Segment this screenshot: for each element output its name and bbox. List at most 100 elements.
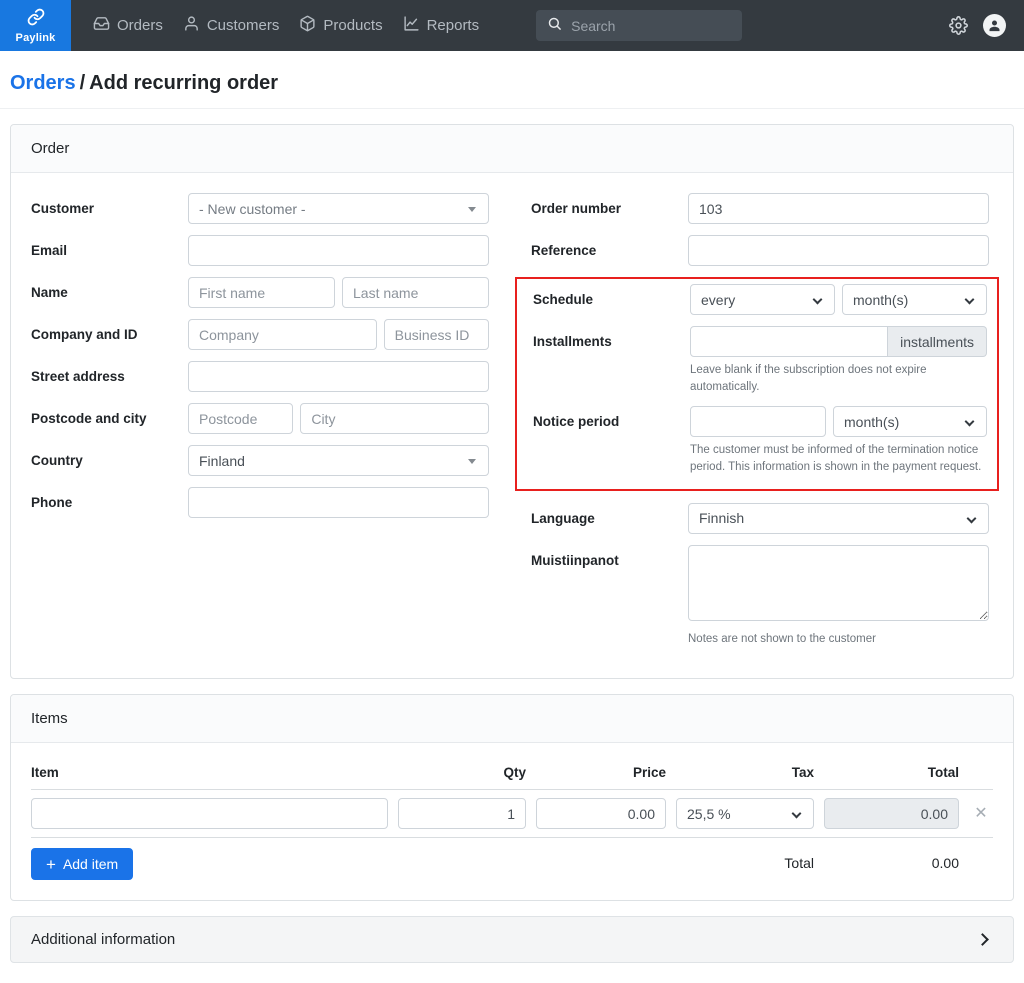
order-form-left-column: Customer - New customer - Email Name	[31, 193, 489, 529]
email-label: Email	[31, 235, 188, 266]
global-search	[536, 10, 742, 41]
country-select-value: Finland	[199, 453, 245, 469]
link-icon	[27, 8, 45, 31]
order-card-title: Order	[11, 125, 1013, 173]
nav-item-label: Reports	[427, 17, 480, 34]
installments-help-text: Leave blank if the subscription does not…	[690, 362, 987, 395]
items-total-value: 0.00	[824, 848, 959, 879]
schedule-interval-select[interactable]: every	[690, 284, 835, 315]
additional-information-toggle[interactable]: Additional information	[10, 916, 1014, 963]
phone-label: Phone	[31, 487, 188, 518]
chevron-down-icon	[813, 295, 823, 305]
add-item-button[interactable]: + Add item	[31, 848, 133, 880]
schedule-unit-select[interactable]: month(s)	[842, 284, 987, 315]
reference-row: Reference	[531, 235, 989, 266]
item-total-field	[824, 798, 959, 829]
person-icon	[183, 15, 200, 36]
last-name-field[interactable]	[342, 277, 489, 308]
search-input[interactable]	[571, 18, 731, 34]
brand-logo[interactable]: Paylink	[0, 0, 71, 51]
items-table-header: Item Qty Price Tax Total	[31, 763, 993, 790]
postcode-label: Postcode and city	[31, 403, 188, 434]
chart-icon	[403, 15, 420, 36]
postcode-row: Postcode and city	[31, 403, 489, 434]
brand-name: Paylink	[16, 32, 56, 44]
schedule-row: Schedule every month(s)	[533, 284, 987, 315]
items-card: Items Item Qty Price Tax Total 25,5 % ✕	[10, 694, 1014, 901]
order-number-label: Order number	[531, 193, 688, 224]
nav-item-customers[interactable]: Customers	[173, 15, 290, 36]
notes-row: Muistiinpanot Notes are not shown to the…	[531, 545, 989, 648]
dropdown-arrow-icon	[468, 459, 476, 464]
notice-period-unit-value: month(s)	[844, 414, 899, 430]
country-select[interactable]: Finland	[188, 445, 489, 476]
company-field[interactable]	[188, 319, 377, 350]
nav-item-reports[interactable]: Reports	[393, 15, 490, 36]
name-row: Name	[31, 277, 489, 308]
reference-field[interactable]	[688, 235, 989, 266]
reference-label: Reference	[531, 235, 688, 266]
main-nav: Orders Customers Products Reports	[83, 15, 489, 36]
breadcrumb-separator: /	[76, 72, 90, 94]
order-form-right-column: Order number Reference Schedule every	[531, 193, 989, 658]
city-field[interactable]	[300, 403, 489, 434]
nav-item-label: Customers	[207, 17, 280, 34]
nav-item-label: Orders	[117, 17, 163, 34]
email-field[interactable]	[188, 235, 489, 266]
installments-label: Installments	[533, 326, 690, 357]
schedule-unit-value: month(s)	[853, 292, 908, 308]
chevron-down-icon	[965, 417, 975, 427]
language-row: Language Finnish	[531, 503, 989, 534]
nav-item-orders[interactable]: Orders	[83, 15, 173, 36]
notice-period-unit-select[interactable]: month(s)	[833, 406, 987, 437]
notes-textarea[interactable]	[688, 545, 989, 621]
phone-field[interactable]	[188, 487, 489, 518]
chevron-down-icon	[792, 809, 802, 819]
schedule-highlight-box: Schedule every month(s)	[515, 277, 999, 491]
gear-icon[interactable]	[949, 16, 968, 35]
column-header-price: Price	[536, 765, 666, 780]
business-id-field[interactable]	[384, 319, 489, 350]
order-number-row: Order number	[531, 193, 989, 224]
notice-period-row: Notice period month(s) The customer must…	[533, 406, 987, 475]
country-label: Country	[31, 445, 188, 476]
customer-select-value: - New customer -	[199, 201, 306, 217]
language-select[interactable]: Finnish	[688, 503, 989, 534]
item-name-field[interactable]	[31, 798, 388, 829]
customer-select[interactable]: - New customer -	[188, 193, 489, 224]
column-header-tax: Tax	[676, 765, 814, 780]
item-row: 25,5 % ✕	[31, 790, 993, 838]
navbar-right	[949, 14, 1024, 37]
breadcrumb: Orders/Add recurring order	[0, 51, 1024, 109]
email-row: Email	[31, 235, 489, 266]
notice-period-field[interactable]	[690, 406, 826, 437]
street-address-field[interactable]	[188, 361, 489, 392]
notice-period-label: Notice period	[533, 406, 690, 437]
items-card-title: Items	[11, 695, 1013, 743]
phone-row: Phone	[31, 487, 489, 518]
order-number-field[interactable]	[688, 193, 989, 224]
items-total-label: Total	[676, 848, 814, 879]
nav-item-products[interactable]: Products	[289, 15, 392, 36]
chevron-down-icon	[967, 513, 977, 523]
item-price-field[interactable]	[536, 798, 666, 829]
breadcrumb-orders-link[interactable]: Orders	[10, 72, 76, 94]
page-title: Add recurring order	[89, 72, 278, 94]
installments-field[interactable]	[690, 326, 888, 357]
user-avatar[interactable]	[983, 14, 1006, 37]
schedule-interval-value: every	[701, 292, 735, 308]
add-item-button-label: Add item	[63, 856, 118, 872]
chevron-down-icon	[965, 295, 975, 305]
remove-item-icon[interactable]: ✕	[974, 805, 987, 822]
item-tax-select[interactable]: 25,5 %	[676, 798, 814, 829]
street-row: Street address	[31, 361, 489, 392]
item-qty-field[interactable]	[398, 798, 526, 829]
notes-label: Muistiinpanot	[531, 545, 688, 576]
notes-help-text: Notes are not shown to the customer	[688, 631, 989, 648]
postcode-field[interactable]	[188, 403, 293, 434]
first-name-field[interactable]	[188, 277, 335, 308]
column-header-item: Item	[31, 765, 388, 780]
company-row: Company and ID	[31, 319, 489, 350]
item-tax-value: 25,5 %	[687, 806, 731, 822]
additional-information-title: Additional information	[31, 931, 175, 948]
